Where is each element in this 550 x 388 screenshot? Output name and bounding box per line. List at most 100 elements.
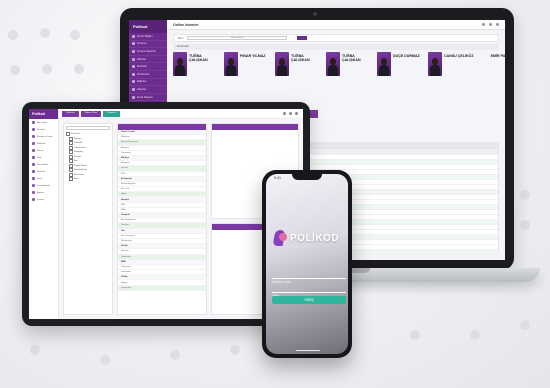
table-cell [450,195,498,199]
table-cell [402,160,450,164]
list-item-label: Üroloji [121,245,128,248]
personnel-card[interactable]: EMİR PARLAK [479,52,505,98]
sidebar-item[interactable]: Eğitimler [129,79,167,87]
filter-button[interactable] [297,36,308,40]
personnel-card[interactable]: TUĞBA ÇALIŞKAN [326,52,374,98]
table-cell [353,190,401,194]
list-item-label: Ortopedi [121,214,130,217]
sidebar-item[interactable]: Hastalar [29,126,58,133]
sidebar-item[interactable]: Tanımlamalar [29,182,58,189]
sidebar-item[interactable]: Kurum Bilgileri [129,33,167,41]
list-item-label: EKG [121,172,126,175]
table-cell [402,225,450,229]
tablet-topbar: Poliklinik Ödeme Planı Raporlar [59,109,303,119]
sidebar-item[interactable]: Ana Sayfa [29,119,58,126]
sidebar-item-label: Evrak Talepleri [137,95,153,99]
table-cell [402,165,450,169]
phone-screen: 9:41 POLİKOD Kullanıcı Adı Şifre GİRİŞ [266,174,348,354]
sidebar-item-label: Personel [137,42,147,46]
list-item-label: Kontrol [121,167,128,170]
sidebar-item[interactable]: Personeller [29,161,58,168]
table-cell [450,220,498,224]
table-cell [353,195,401,199]
avatar-body [430,65,440,76]
avatar [275,52,289,76]
sidebar-item[interactable]: Raporlar [129,86,167,94]
personnel-name: TUĞBA ÇALIŞKAN [291,54,310,62]
avatar-head [177,58,183,65]
list-item[interactable]: Kriyoterapi [118,285,206,291]
sidebar-item[interactable]: Evrak Talepleri [129,94,167,102]
table-cell [450,165,498,169]
sidebar-item-label: Personel İşlemleri [137,49,156,53]
table-cell [353,225,401,229]
menu-item-icon [132,72,135,76]
personnel-card[interactable]: TUĞBA ÇALIŞKAN [173,52,221,98]
sidebar-item[interactable]: Performans [129,71,167,79]
list-item-label: Röntgen [121,224,129,227]
menu-item-icon [32,135,35,138]
status-time: 9:41 [274,176,281,180]
tree-node[interactable]: Arşiv [66,177,110,182]
list-item-label: Odyometri [121,265,131,268]
sidebar-item-label: Randevu Listesi [37,135,53,138]
table-cell [450,225,498,229]
sidebar-item[interactable]: Kasa [29,175,58,182]
list-item-label: Göz [121,229,125,232]
user-icon[interactable] [496,23,499,26]
sidebar-item-label: Poliklinik [37,142,46,145]
sidebar-item[interactable]: Randevu Listesi [29,133,58,140]
personnel-card[interactable]: DUÇE DURMAZ [377,52,425,98]
avatar [377,52,391,76]
laptop-page-title: Online Islemler [173,22,199,27]
username-field[interactable]: Kullanıcı Adı [272,270,346,284]
bell-icon[interactable] [489,23,492,26]
table-cell [402,185,450,189]
tab[interactable]: Raporlar [103,110,120,117]
avatar-body [175,65,185,76]
menu-item-icon [132,42,135,46]
table-cell [402,200,450,204]
sidebar-item[interactable]: Destek [29,196,58,203]
help-icon[interactable] [482,23,485,26]
table-cell [450,235,498,239]
sidebar-item[interactable]: Nöbetler [129,56,167,64]
password-field[interactable]: Şifre [272,284,346,298]
list-item-label: Holter [121,193,127,196]
table-cell [450,200,498,204]
table-cell [402,190,450,194]
sidebar-item-label: Performans [137,72,150,76]
sidebar-item[interactable]: Raporlar [29,168,58,175]
phone-notch [292,174,322,180]
tab[interactable]: Poliklinik [62,110,79,117]
tab[interactable]: Ödeme Planı [80,110,102,117]
sidebar-item-label: Ana Sayfa [37,121,48,124]
sidebar-item[interactable]: Stok [29,154,58,161]
help-icon[interactable] [283,112,286,115]
sidebar-item[interactable]: Personel [129,41,167,49]
sidebar-item[interactable]: Personel İşlemleri [129,48,167,56]
personnel-card[interactable]: PINAR YILMAZ [224,52,272,98]
tree-search-input[interactable] [66,126,110,130]
personnel-name: TUĞBA ÇALIŞKAN [342,54,361,62]
list-item-label: Ultrason [121,250,129,253]
personnel-name: CANSU ÇELİKÖZ [444,54,474,58]
sidebar-item[interactable]: Ayarlar [29,189,58,196]
bell-icon[interactable] [289,112,292,115]
user-icon[interactable] [295,112,298,115]
personnel-card[interactable]: CANSU ÇELİKÖZ [428,52,476,98]
menu-item-icon [32,142,35,145]
table-cell [450,170,498,174]
login-button[interactable]: GİRİŞ [272,296,346,304]
list-item-label: Ameliyat [121,146,129,149]
table-cell [402,230,450,234]
list-item-label: Efor Testi [121,188,130,191]
personnel-card[interactable]: TUĞBA ÇALIŞKAN [275,52,323,98]
list-item-label: Kardiyoloji [121,177,132,180]
sidebar-item[interactable]: Bordrolar [129,63,167,71]
table-cell [402,215,450,219]
sidebar-item-label: Raporlar [37,170,46,173]
sidebar-item[interactable]: Fatura [29,147,58,154]
sidebar-item[interactable]: Poliklinik [29,140,58,147]
birim-select[interactable]: Birim Seçiniz [187,36,288,40]
